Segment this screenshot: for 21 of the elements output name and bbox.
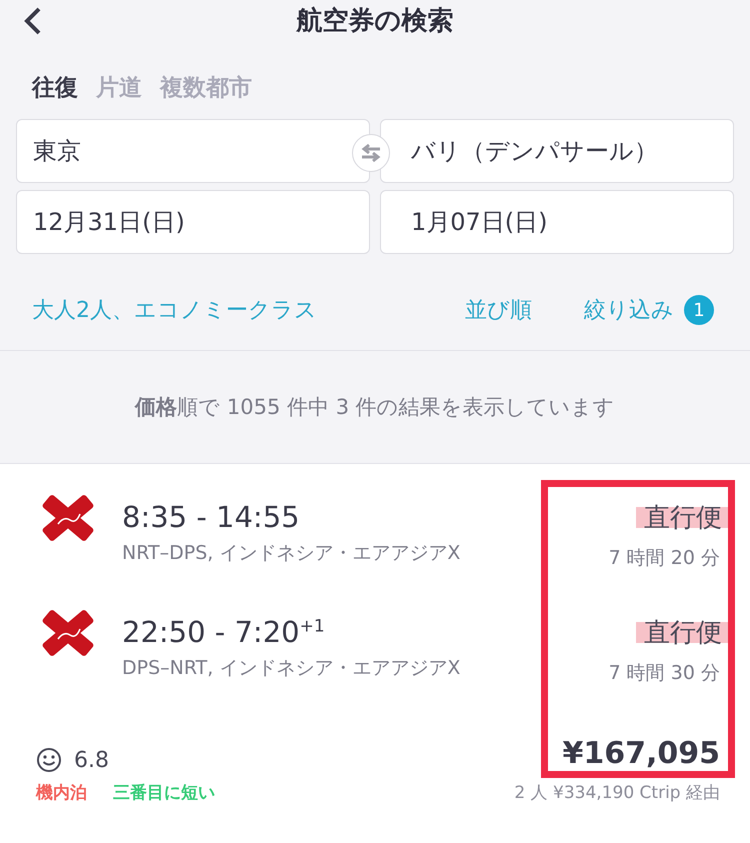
destination-field[interactable]: バリ（デンパサール）: [380, 119, 734, 183]
return-date-field[interactable]: 1月07日(日): [380, 190, 734, 254]
total-price-note: 2 人 ¥334,190 Ctrip 経由: [514, 782, 720, 804]
flight-times: 22:50 - 7:20$^{+1}$: [122, 615, 326, 649]
rating-score: 6.8: [74, 748, 109, 772]
page-title: 航空券の検索: [296, 4, 454, 38]
feature-tag: 三番目に短い: [113, 783, 215, 803]
filter-count-badge: 1: [684, 295, 714, 325]
result-card[interactable]: 8:35 - 14:55 NRT–DPS, インドネシア・エアアジアX 直行便 7 時間 20 分 22:50 - 7:20$^{+1}$ DPS–NRT, インドネシア・エアアジアX 直行便 7 時間 30 分 6.8 機内泊 三番目に短い ¥167,095 2 人 ¥334,190 Ctrip 経由: [0, 464, 750, 843]
flight-route: DPS–NRT, インドネシア・エアアジアX: [122, 656, 462, 681]
swap-icon: [360, 143, 382, 163]
flight-duration: 7 時間 30 分: [608, 661, 720, 686]
depart-date-field[interactable]: 12月31日(日): [16, 190, 370, 254]
flight-duration: 7 時間 20 分: [608, 546, 720, 571]
flight-route: NRT–DPS, インドネシア・エアアジアX: [122, 541, 462, 566]
feature-tag: 機内泊: [36, 783, 87, 803]
flight-times: 8:35 - 14:55: [122, 500, 301, 534]
price: ¥167,095: [562, 736, 720, 771]
origin-field[interactable]: 東京: [16, 119, 370, 183]
trip-type-tab[interactable]: 往復: [32, 72, 78, 103]
smiley-icon: [36, 747, 62, 773]
